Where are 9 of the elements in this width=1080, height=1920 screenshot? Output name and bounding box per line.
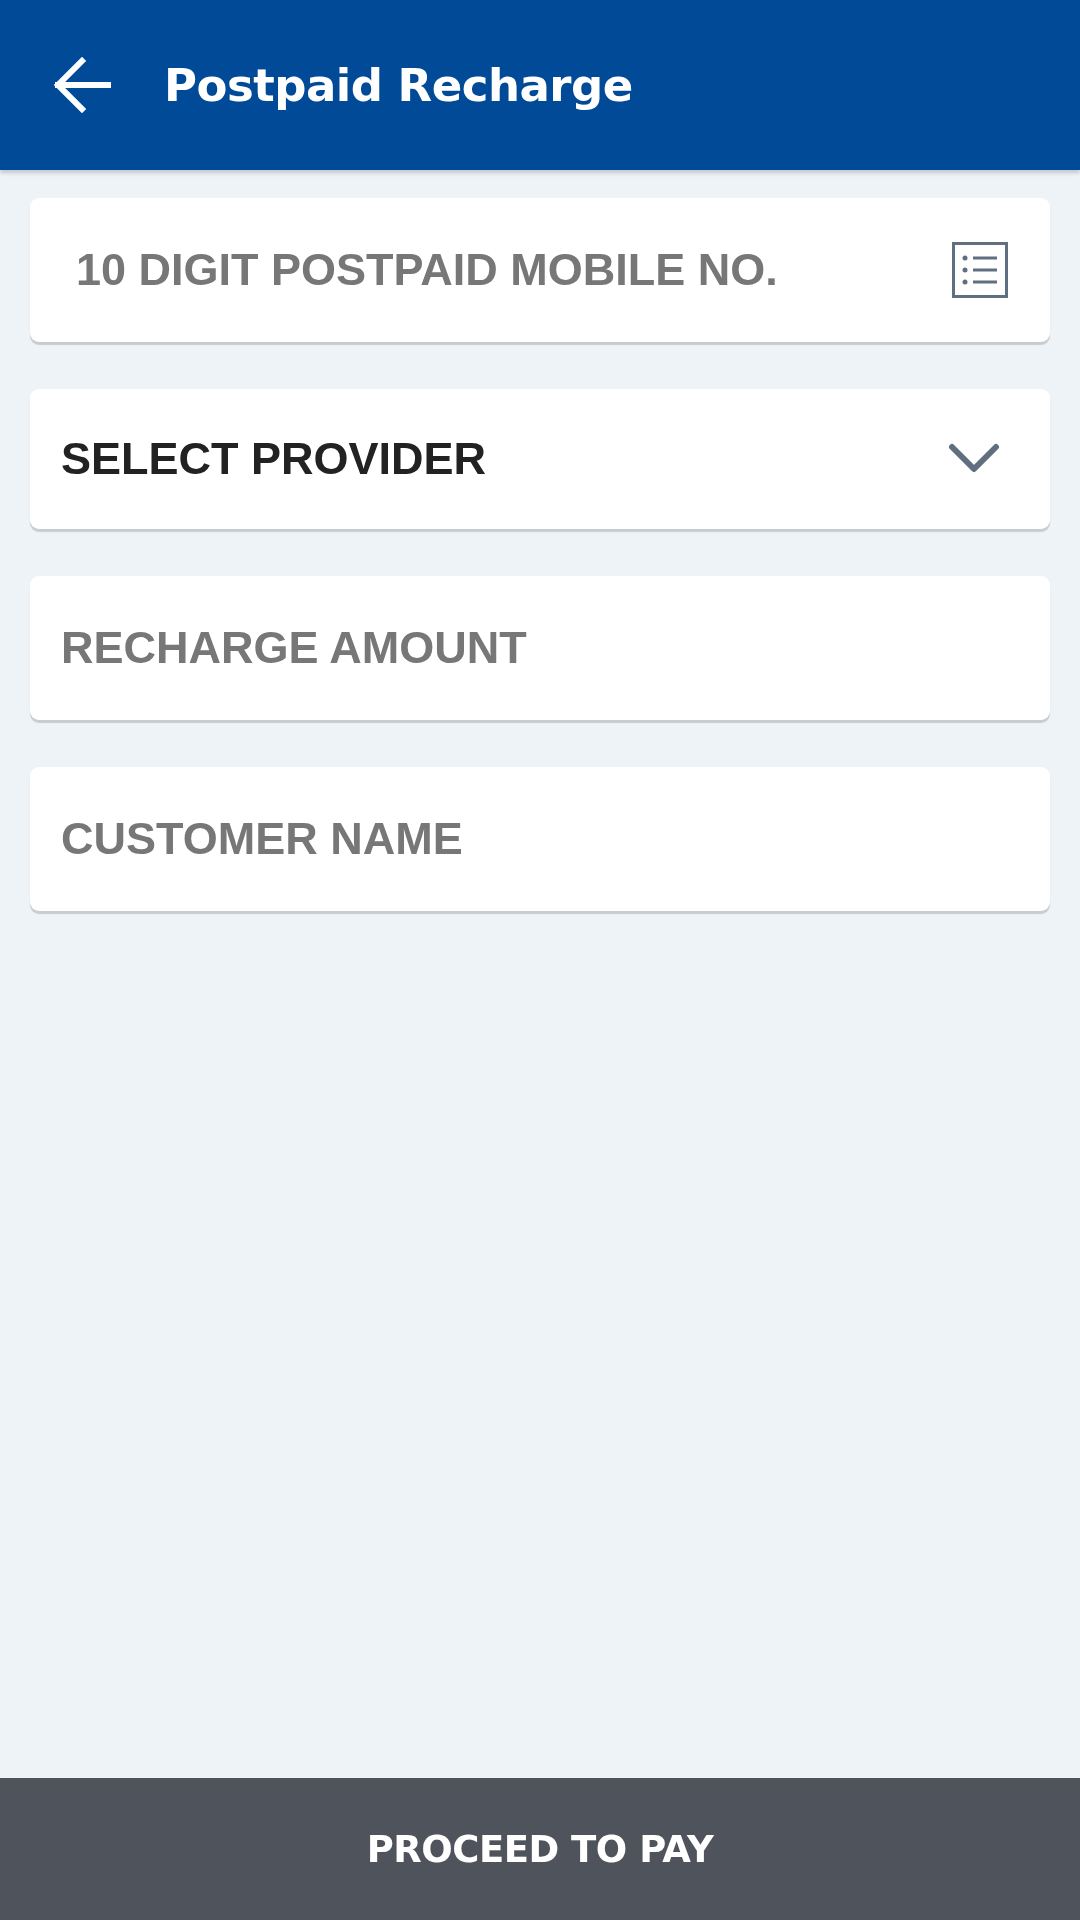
back-icon[interactable] [52, 55, 112, 115]
input-field[interactable]: CUSTOMER NAME [30, 767, 1050, 911]
phone-number-field[interactable]: 10 DIGIT POSTPAID MOBILE NO. [30, 198, 1050, 342]
dropdown-field[interactable]: SELECT PROVIDER [30, 389, 1050, 529]
input-field[interactable]: RECHARGE AMOUNT [30, 576, 1050, 720]
chevron-down-icon [948, 443, 1000, 475]
proceed-to-pay-button[interactable]: PROCEED TO PAY [0, 1778, 1080, 1920]
page-title: Postpaid Recharge [164, 58, 633, 112]
list-icon[interactable] [952, 242, 1008, 298]
